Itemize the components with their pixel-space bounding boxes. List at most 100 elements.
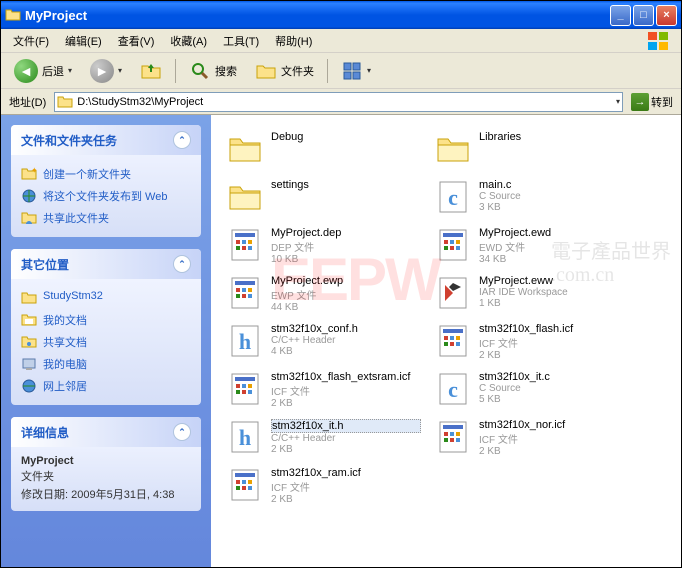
file-size: 1 KB [479, 298, 629, 309]
toolbar: ◄ 后退 ▾ ► ▾ 搜索 文件夹 ▾ [1, 53, 681, 89]
place-label: StudyStm32 [43, 290, 103, 302]
file-type: C Source [479, 191, 629, 202]
back-label: 后退 [42, 63, 64, 79]
places-panel: 其它位置 ⌃ StudyStm32 我的文档共享文档我的电脑网上邻居 [11, 249, 201, 405]
file-name: MyProject.ewp [271, 275, 421, 287]
collapse-icon[interactable]: ⌃ [173, 423, 191, 441]
svg-text:c: c [448, 185, 458, 210]
collapse-icon[interactable]: ⌃ [173, 131, 191, 149]
file-item[interactable]: stm32f10x_ram.icfICF 文件2 KB [223, 463, 423, 507]
task-new-folder[interactable]: ✦ 创建一个新文件夹 [21, 163, 191, 185]
svg-text:h: h [239, 425, 251, 450]
go-button[interactable]: → 转到 [627, 93, 677, 111]
place-label: 共享文档 [43, 334, 87, 350]
file-icon [225, 129, 265, 169]
chevron-down-icon: ▾ [68, 66, 72, 75]
views-button[interactable]: ▾ [334, 57, 378, 85]
file-name: MyProject.dep [271, 227, 421, 239]
menu-edit[interactable]: 编辑(E) [57, 31, 110, 51]
task-publish-web[interactable]: 将这个文件夹发布到 Web [21, 185, 191, 207]
file-item[interactable]: stm32f10x_flash_extsram.icfICF 文件2 KB [223, 367, 423, 411]
file-type: ICF 文件 [479, 431, 629, 446]
place-item[interactable]: 我的电脑 [21, 353, 191, 375]
tasks-title: 文件和文件夹任务 [21, 132, 117, 149]
place-item[interactable]: 网上邻居 [21, 375, 191, 397]
places-panel-header[interactable]: 其它位置 ⌃ [11, 249, 201, 279]
place-item[interactable]: 共享文档 [21, 331, 191, 353]
file-size: 34 KB [479, 254, 629, 265]
file-item[interactable]: MyProject.ewdEWD 文件34 KB [431, 223, 631, 267]
file-icon [433, 225, 473, 265]
task-share-folder[interactable]: 共享此文件夹 [21, 207, 191, 229]
file-name: Debug [271, 131, 421, 143]
place-label: 我的文档 [43, 312, 87, 328]
file-name: main.c [479, 179, 629, 191]
folder-up-icon [140, 60, 162, 82]
tasks-panel-header[interactable]: 文件和文件夹任务 ⌃ [11, 125, 201, 155]
views-icon [341, 60, 363, 82]
file-item[interactable]: MyProject.depDEP 文件10 KB [223, 223, 423, 267]
chevron-down-icon: ▾ [367, 66, 371, 75]
details-panel: 详细信息 ⌃ MyProject 文件夹 修改日期: 2009年5月31日, 4… [11, 417, 201, 511]
file-type: ICF 文件 [271, 479, 421, 494]
file-item[interactable]: Libraries [431, 127, 631, 171]
file-pane[interactable]: EEPW 電子產品世界.com.cn DebugLibrariessetting… [211, 115, 681, 567]
task-label: 创建一个新文件夹 [43, 166, 131, 182]
folders-button[interactable]: 文件夹 [248, 57, 321, 85]
file-item[interactable]: MyProject.ewpEWP 文件44 KB [223, 271, 423, 315]
place-item[interactable]: StudyStm32 [21, 287, 191, 309]
file-size: 2 KB [271, 398, 421, 409]
tasks-panel: 文件和文件夹任务 ⌃ ✦ 创建一个新文件夹 将这个文件夹发布到 Web 共享此文… [11, 125, 201, 237]
place-item[interactable]: 我的文档 [21, 309, 191, 331]
file-type: C/C++ Header [271, 335, 421, 346]
up-button[interactable] [133, 57, 169, 85]
file-size: 5 KB [479, 394, 629, 405]
menu-tools[interactable]: 工具(T) [215, 31, 267, 51]
file-type: ICF 文件 [479, 335, 629, 350]
file-icon [225, 177, 265, 217]
file-type: C Source [479, 383, 629, 394]
file-type: EWP 文件 [271, 287, 421, 302]
file-icon [225, 369, 265, 409]
file-item[interactable]: Debug [223, 127, 423, 171]
file-size: 44 KB [271, 302, 421, 313]
search-button[interactable]: 搜索 [182, 57, 244, 85]
file-size: 2 KB [271, 444, 421, 455]
file-icon [225, 225, 265, 265]
menu-file[interactable]: 文件(F) [5, 31, 57, 51]
file-item[interactable]: stm32f10x_flash.icfICF 文件2 KB [431, 319, 631, 363]
svg-text:✦: ✦ [31, 166, 37, 175]
address-input-wrap[interactable]: ▾ [54, 92, 623, 112]
sidebar: 文件和文件夹任务 ⌃ ✦ 创建一个新文件夹 将这个文件夹发布到 Web 共享此文… [1, 115, 211, 567]
file-name: stm32f10x_it.h [271, 419, 421, 433]
maximize-button[interactable]: □ [633, 5, 654, 26]
collapse-icon[interactable]: ⌃ [173, 255, 191, 273]
minimize-button[interactable]: _ [610, 5, 631, 26]
file-size: 4 KB [271, 346, 421, 357]
address-input[interactable] [77, 96, 616, 108]
back-button[interactable]: ◄ 后退 ▾ [7, 56, 79, 86]
go-label: 转到 [651, 94, 673, 110]
file-item[interactable]: hstm32f10x_conf.hC/C++ Header4 KB [223, 319, 423, 363]
menu-favorites[interactable]: 收藏(A) [162, 31, 215, 51]
menu-bar: 文件(F) 编辑(E) 查看(V) 收藏(A) 工具(T) 帮助(H) [1, 29, 681, 53]
file-item[interactable]: MyProject.ewwIAR IDE Workspace1 KB [431, 271, 631, 315]
file-name: stm32f10x_flash_extsram.icf [271, 371, 421, 383]
close-button[interactable]: × [656, 5, 677, 26]
file-item[interactable]: stm32f10x_nor.icfICF 文件2 KB [431, 415, 631, 459]
file-name: stm32f10x_it.c [479, 371, 629, 383]
menu-view[interactable]: 查看(V) [110, 31, 163, 51]
menu-help[interactable]: 帮助(H) [267, 31, 320, 51]
file-item[interactable]: cmain.cC Source3 KB [431, 175, 631, 219]
forward-button[interactable]: ► ▾ [83, 56, 129, 86]
file-item[interactable]: cstm32f10x_it.cC Source5 KB [431, 367, 631, 411]
file-item[interactable]: hstm32f10x_it.hC/C++ Header2 KB [223, 415, 423, 459]
details-panel-header[interactable]: 详细信息 ⌃ [11, 417, 201, 447]
search-label: 搜索 [215, 63, 237, 79]
forward-arrow-icon: ► [90, 59, 114, 83]
windows-logo-icon [641, 30, 677, 52]
title-bar: MyProject _ □ × [1, 1, 681, 29]
file-item[interactable]: settings [223, 175, 423, 219]
file-type: ICF 文件 [271, 383, 421, 398]
chevron-down-icon[interactable]: ▾ [616, 97, 620, 106]
